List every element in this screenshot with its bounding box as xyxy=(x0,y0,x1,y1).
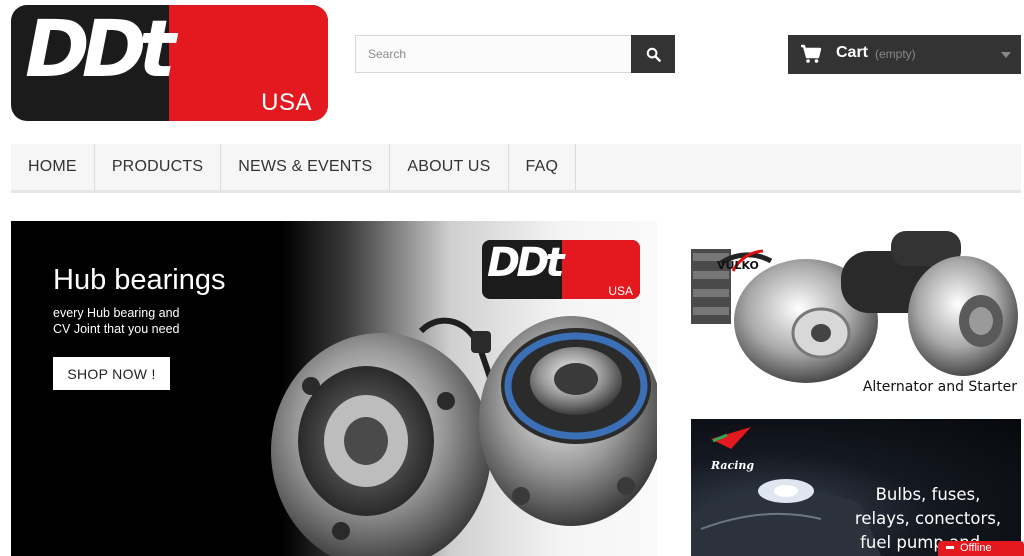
cart-label: Cart xyxy=(836,44,869,61)
search-input[interactable] xyxy=(356,36,632,72)
slider-subtitle: every Hub bearing and CV Joint that you … xyxy=(53,305,233,337)
logo-mark: DDt xyxy=(25,5,176,95)
banner-bulbs-fuses[interactable]: Racing Bulbs, fuses, relays, conectors, … xyxy=(691,419,1021,556)
banner-text-line2: relays, conectors, xyxy=(854,509,1002,528)
nav-item-home[interactable]: HOME xyxy=(11,144,95,190)
chevron-down-icon[interactable] xyxy=(1001,52,1011,58)
cart-status: (empty) xyxy=(875,47,916,61)
slider-logo-mark: DDt xyxy=(487,240,565,286)
slider-title: Hub bearings xyxy=(53,264,226,296)
banner-text-line1: Bulbs, fuses, xyxy=(875,485,981,504)
nav-item-news-events[interactable]: NEWS & EVENTS xyxy=(221,144,391,190)
hero-slider[interactable]: Hub bearings every Hub bearing and CV Jo… xyxy=(11,221,657,556)
hub-bearing-image xyxy=(271,316,657,556)
site-logo[interactable]: DDt USA xyxy=(11,5,328,121)
chat-status: Offline xyxy=(960,542,992,554)
nav-item-about-us[interactable]: ABOUT US xyxy=(390,144,509,190)
slider-logo-region: USA xyxy=(608,284,633,298)
search-button[interactable] xyxy=(631,35,675,73)
cart-button[interactable]: Cart (empty) xyxy=(788,35,1021,74)
slider-subtitle-line2: CV Joint that you need xyxy=(53,322,180,336)
chat-icon xyxy=(946,546,954,549)
logo-region: USA xyxy=(261,89,312,116)
nav-item-faq[interactable]: FAQ xyxy=(509,144,577,190)
racing-brand: Racing xyxy=(711,459,755,472)
shop-now-button[interactable]: SHOP NOW ! xyxy=(53,357,170,390)
nav-item-products[interactable]: PRODUCTS xyxy=(95,144,222,190)
slider-subtitle-line1: every Hub bearing and xyxy=(53,306,180,320)
cart-icon xyxy=(801,44,822,63)
search-bar xyxy=(355,35,675,73)
vulko-brand: VULKO xyxy=(717,259,759,272)
alternator-starter-image: VULKO xyxy=(691,231,1018,383)
slider-logo: DDt USA xyxy=(482,240,640,299)
banner-caption: Alternator and Starter xyxy=(862,379,1017,395)
banner-alternator-starter[interactable]: VULKO Alternator and Starter xyxy=(691,221,1021,399)
main-nav: HOME PRODUCTS NEWS & EVENTS ABOUT US FAQ xyxy=(11,144,1021,193)
search-icon xyxy=(646,47,661,62)
chat-offline-tab[interactable]: Offline xyxy=(938,541,1024,556)
